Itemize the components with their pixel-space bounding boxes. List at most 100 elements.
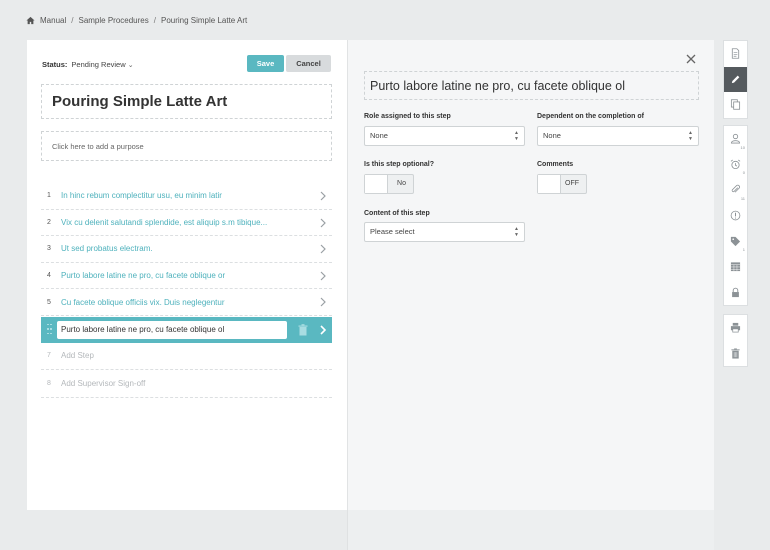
tag-button[interactable]: 1: [724, 228, 747, 254]
tag-badge: 1: [742, 246, 745, 252]
add-step-button[interactable]: 7 Add Step: [41, 343, 332, 370]
attachment-button[interactable]: 11: [724, 177, 747, 203]
detail-panel-footer: [347, 510, 714, 550]
assign-user-button[interactable]: 10: [724, 126, 747, 152]
copy-icon: [730, 99, 741, 111]
step-number: 8: [47, 379, 51, 387]
chevron-right-icon: [320, 191, 326, 201]
breadcrumb-manual[interactable]: Manual: [40, 16, 66, 25]
step-text: Purto labore latine ne pro, cu facete ob…: [61, 271, 226, 281]
document-button[interactable]: [724, 41, 747, 67]
step-title-field[interactable]: Purto labore latine ne pro, cu facete ob…: [364, 71, 699, 100]
chevron-right-icon: [320, 218, 326, 228]
breadcrumb-separator: /: [153, 16, 156, 25]
active-step-row[interactable]: [41, 316, 332, 343]
alert-icon: [730, 210, 741, 221]
optional-toggle[interactable]: No: [364, 174, 414, 194]
rail-group-actions: [723, 314, 748, 368]
alert-button[interactable]: [724, 203, 747, 229]
step-number: 1: [47, 192, 51, 200]
delete-button[interactable]: [724, 341, 747, 367]
select-arrows-icon: ▲ ▼: [514, 130, 519, 142]
edit-button[interactable]: [724, 66, 747, 93]
add-signoff-label: Add Supervisor Sign-off: [61, 378, 146, 388]
paperclip-icon: [731, 185, 740, 194]
rail-group-properties: 10 0 11 1: [723, 125, 748, 307]
procedure-title-field[interactable]: Pouring Simple Latte Art: [41, 84, 332, 119]
user-icon: [730, 134, 741, 144]
step-number: 2: [47, 218, 51, 226]
trash-icon: [731, 348, 740, 359]
comments-value: OFF: [565, 180, 579, 187]
dependent-value: None: [543, 131, 561, 140]
step-text: In hinc rebum complectitur usu, eu minim…: [61, 191, 222, 201]
status-control[interactable]: Status: Pending Review ⌄: [42, 60, 134, 69]
content-label: Content of this step: [364, 210, 430, 217]
step-title: Purto labore latine ne pro, cu facete ob…: [370, 79, 626, 93]
chevron-down-icon: ⌄: [127, 62, 134, 69]
alarm-icon: [730, 159, 741, 169]
step-text: Vix cu delenit salutandi splendide, est …: [61, 217, 268, 227]
chevron-right-icon: [320, 271, 326, 281]
calendar-icon: [730, 262, 741, 272]
step-text: Ut sed probatus electram.: [61, 244, 153, 254]
cancel-button[interactable]: Cancel: [286, 55, 331, 72]
breadcrumb: Manual / Sample Procedures / Pouring Sim…: [26, 16, 247, 25]
optional-value: No: [397, 180, 406, 187]
step-text-input[interactable]: [57, 320, 287, 339]
toggle-knob: [538, 175, 561, 193]
dependent-select[interactable]: None ▲ ▼: [537, 126, 699, 146]
breadcrumb-separator: /: [71, 16, 74, 25]
chevron-right-icon: [320, 297, 326, 307]
step-number: 5: [47, 298, 51, 306]
breadcrumb-sample-procedures[interactable]: Sample Procedures: [78, 16, 148, 25]
alarm-badge: 0: [742, 170, 745, 176]
procedure-editor: Status: Pending Review ⌄ Save Cancel Pour…: [27, 40, 714, 510]
status-label: Status:: [42, 60, 68, 69]
trash-icon[interactable]: [298, 324, 308, 336]
alarm-button[interactable]: 0: [724, 152, 747, 178]
role-value: None: [370, 131, 388, 140]
breadcrumb-current: Pouring Simple Latte Art: [160, 16, 248, 25]
optional-label: Is this step optional?: [364, 161, 435, 168]
select-arrows-icon: ▲ ▼: [688, 130, 693, 142]
purpose-field[interactable]: Click here to add a purpose: [41, 131, 332, 161]
step-number: 3: [47, 245, 51, 253]
lock-icon: [732, 287, 739, 297]
dependent-label: Dependent on the completion of: [537, 113, 644, 120]
close-icon[interactable]: [686, 54, 696, 64]
save-button[interactable]: Save: [247, 55, 284, 72]
document-icon: [731, 48, 740, 59]
step-number: 4: [47, 272, 51, 280]
home-icon: [26, 16, 35, 25]
calendar-button[interactable]: [724, 254, 747, 280]
toggle-knob: [365, 175, 388, 193]
chevron-right-icon: [320, 244, 326, 254]
tag-icon: [730, 236, 741, 246]
procedure-title: Pouring Simple Latte Art: [52, 93, 228, 110]
user-badge: 10: [740, 144, 745, 150]
print-button[interactable]: [724, 315, 747, 341]
step-text: Cu facete oblique officiis vix. Duis neg…: [61, 297, 225, 307]
add-signoff-button[interactable]: 8 Add Supervisor Sign-off: [41, 370, 332, 398]
step-detail-panel: Purto labore latine ne pro, cu facete ob…: [347, 40, 714, 510]
comments-toggle[interactable]: OFF: [537, 174, 587, 194]
print-icon: [730, 323, 741, 333]
content-value: Please select: [370, 227, 415, 236]
step-item[interactable]: 3 Ut sed probatus electram.: [41, 236, 332, 263]
copy-button[interactable]: [724, 92, 747, 118]
pencil-icon: [731, 75, 740, 84]
role-label: Role assigned to this step: [364, 113, 451, 120]
step-item[interactable]: 5 Cu facete oblique officiis vix. Duis n…: [41, 289, 332, 316]
chevron-right-icon[interactable]: [318, 325, 328, 335]
step-item[interactable]: 4 Purto labore latine ne pro, cu facete …: [41, 263, 332, 290]
content-select[interactable]: Please select ▲ ▼: [364, 222, 525, 242]
status-value: Pending Review: [71, 60, 126, 69]
step-item[interactable]: 1 In hinc rebum complectitur usu, eu min…: [41, 183, 332, 210]
drag-handle-icon[interactable]: [47, 323, 52, 336]
step-item[interactable]: 2 Vix cu delenit salutandi splendide, es…: [41, 210, 332, 237]
role-select[interactable]: None ▲ ▼: [364, 126, 525, 146]
add-step-label: Add Step: [61, 351, 94, 361]
lock-button[interactable]: [724, 280, 747, 306]
comments-label: Comments: [537, 161, 574, 168]
